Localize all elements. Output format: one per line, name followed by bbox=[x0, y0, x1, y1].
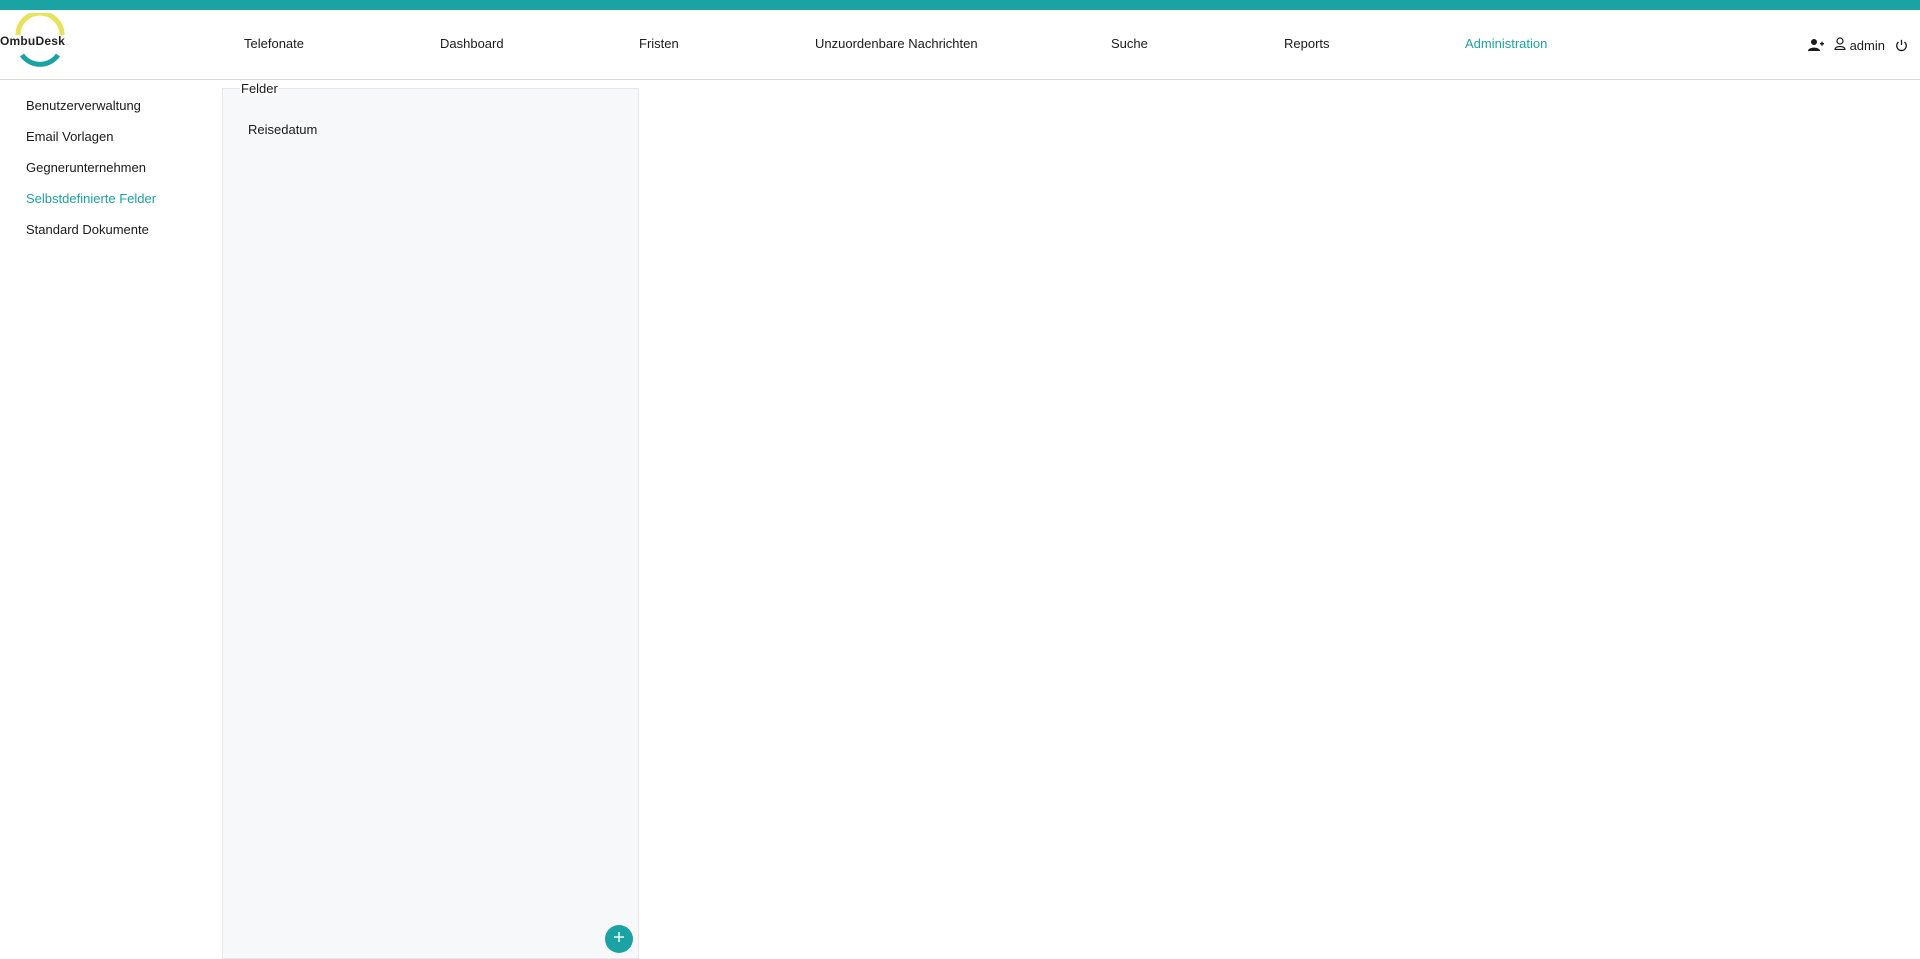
header-user-area: admin bbox=[1807, 36, 1908, 54]
username-label: admin bbox=[1849, 37, 1885, 53]
user-icon bbox=[1833, 37, 1846, 53]
admin-sidebar: Benutzerverwaltung Email Vorlagen Gegner… bbox=[0, 95, 200, 250]
nav-item-telefonate[interactable]: Telefonate bbox=[244, 36, 304, 51]
nav-item-suche[interactable]: Suche bbox=[1111, 36, 1148, 51]
sidebar-item-standard-dokumente[interactable]: Standard Dokumente bbox=[0, 219, 200, 250]
nav-item-dashboard[interactable]: Dashboard bbox=[440, 36, 504, 51]
plus-icon bbox=[613, 930, 625, 948]
power-icon[interactable] bbox=[1895, 39, 1908, 52]
user-plus-icon[interactable] bbox=[1807, 38, 1824, 52]
app-header: OmbuDesk Telefonate Dashboard Fristen Un… bbox=[0, 10, 1920, 80]
nav-item-unzuordenbare-nachrichten[interactable]: Unzuordenbare Nachrichten bbox=[815, 36, 978, 51]
main-nav: Telefonate Dashboard Fristen Unzuordenba… bbox=[0, 10, 1920, 80]
sidebar-item-selbstdefinierte-felder[interactable]: Selbstdefinierte Felder bbox=[0, 188, 200, 219]
sidebar-item-gegnerunternehmen[interactable]: Gegnerunternehmen bbox=[0, 157, 200, 188]
nav-item-reports[interactable]: Reports bbox=[1284, 36, 1330, 51]
nav-item-administration[interactable]: Administration bbox=[1465, 36, 1547, 51]
sidebar-item-email-vorlagen[interactable]: Email Vorlagen bbox=[0, 126, 200, 157]
panel-title: Felder bbox=[240, 81, 279, 96]
field-list-item[interactable]: Reisedatum bbox=[248, 122, 317, 137]
user-menu[interactable]: admin bbox=[1833, 37, 1885, 53]
nav-item-fristen[interactable]: Fristen bbox=[639, 36, 679, 51]
sidebar-item-benutzerverwaltung[interactable]: Benutzerverwaltung bbox=[0, 95, 200, 126]
add-field-button[interactable] bbox=[605, 925, 633, 953]
fields-panel bbox=[222, 88, 639, 959]
top-accent-bar bbox=[0, 0, 1920, 10]
